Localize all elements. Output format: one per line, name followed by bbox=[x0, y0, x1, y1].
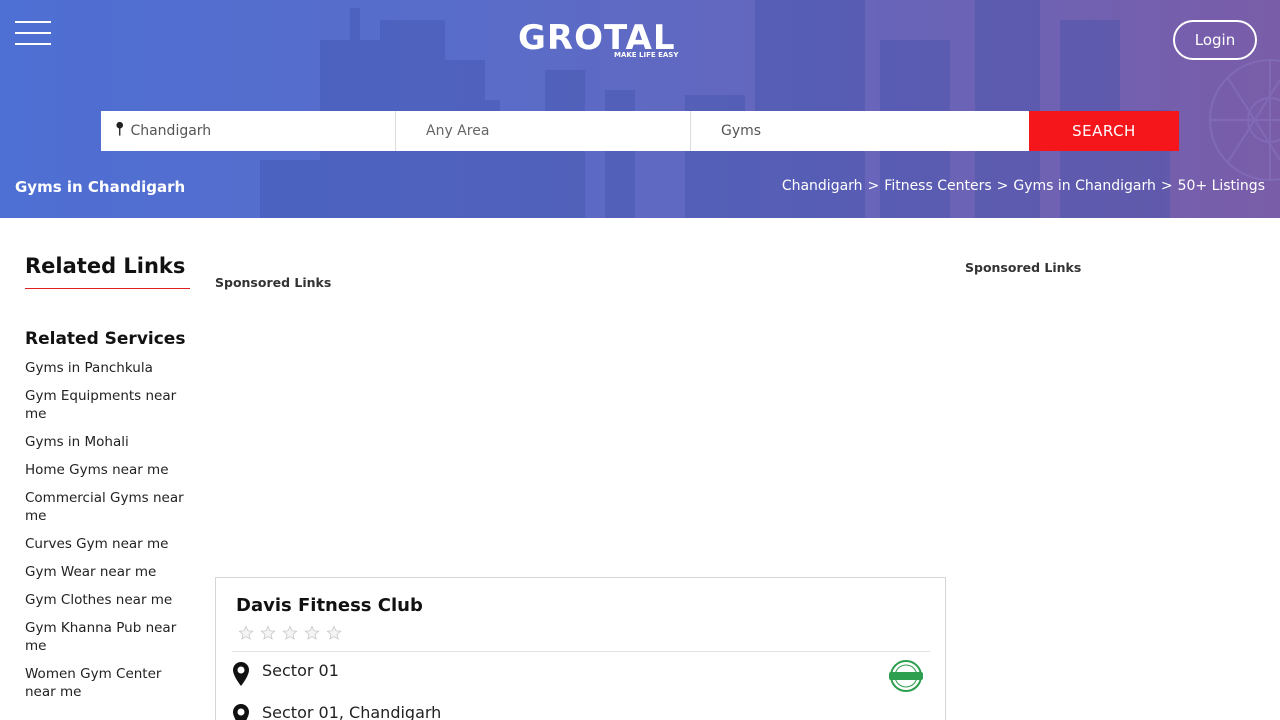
related-service-link[interactable]: Gym Khanna Pub near me bbox=[25, 619, 193, 655]
star-icon[interactable] bbox=[238, 625, 254, 641]
listing-address-row: Sector 01, Chandigarh bbox=[232, 703, 441, 720]
related-service-link[interactable]: Women Gym Center near me bbox=[25, 665, 193, 701]
category-field[interactable] bbox=[691, 111, 1029, 151]
listing-count: 50+ Listings bbox=[1177, 178, 1265, 194]
related-services-title: Related Services bbox=[25, 329, 186, 349]
related-service-link[interactable]: Gyms in Mohali bbox=[25, 433, 193, 451]
area-input[interactable] bbox=[426, 112, 690, 150]
listing-area: Sector 01 bbox=[262, 661, 339, 680]
breadcrumb: Chandigarh > Fitness Centers > Gyms in C… bbox=[782, 178, 1265, 194]
related-services-list: Gyms in Panchkula Gym Equipments near me… bbox=[25, 359, 193, 701]
related-links-title: Related Links bbox=[25, 254, 190, 289]
breadcrumb-separator: > bbox=[867, 178, 880, 194]
listing-title[interactable]: Davis Fitness Club bbox=[236, 595, 423, 616]
category-input[interactable] bbox=[721, 112, 1029, 150]
sponsored-links-label-right: Sponsored Links bbox=[965, 260, 1082, 275]
listing-area-row: Sector 01 bbox=[232, 661, 339, 687]
star-icon[interactable] bbox=[304, 625, 320, 641]
verified-badge-icon bbox=[889, 660, 923, 692]
hamburger-menu-icon[interactable] bbox=[15, 21, 51, 47]
related-service-link[interactable]: Gym Wear near me bbox=[25, 563, 193, 581]
city-field[interactable] bbox=[101, 111, 396, 151]
location-marker-icon bbox=[233, 704, 249, 720]
breadcrumb-category[interactable]: Fitness Centers bbox=[884, 178, 991, 194]
breadcrumb-current[interactable]: Gyms in Chandigarh bbox=[1013, 178, 1155, 194]
related-links-sidebar: Related Links Related Services Gyms in P… bbox=[25, 254, 193, 711]
related-service-link[interactable]: Commercial Gyms near me bbox=[25, 489, 193, 525]
related-service-link[interactable]: Gym Equipments near me bbox=[25, 387, 193, 423]
related-service-link[interactable]: Home Gyms near me bbox=[25, 461, 193, 479]
divider bbox=[232, 651, 930, 652]
location-marker-icon bbox=[233, 662, 249, 686]
search-button[interactable]: SEARCH bbox=[1029, 111, 1179, 151]
area-field[interactable] bbox=[396, 111, 691, 151]
login-button[interactable]: Login bbox=[1173, 20, 1257, 60]
listing-card[interactable]: Davis Fitness Club Sector 01 Sector 01, … bbox=[215, 577, 946, 720]
page-title: Gyms in Chandigarh bbox=[15, 178, 186, 196]
star-icon[interactable] bbox=[282, 625, 298, 641]
logo-tagline: MAKE LIFE EASY bbox=[614, 51, 679, 59]
related-service-link[interactable]: Curves Gym near me bbox=[25, 535, 193, 553]
star-icon[interactable] bbox=[326, 625, 342, 641]
breadcrumb-separator: > bbox=[996, 178, 1009, 194]
breadcrumb-separator: > bbox=[1160, 178, 1173, 194]
related-service-link[interactable]: Gyms in Panchkula bbox=[25, 359, 193, 377]
star-icon[interactable] bbox=[260, 625, 276, 641]
site-logo[interactable]: GROTAL MAKE LIFE EASY bbox=[518, 18, 688, 64]
sponsored-links-label: Sponsored Links bbox=[215, 275, 332, 290]
rating-stars[interactable] bbox=[238, 625, 342, 641]
breadcrumb-city[interactable]: Chandigarh bbox=[782, 178, 863, 194]
search-bar: SEARCH bbox=[101, 111, 1179, 151]
hero-header: GROTAL MAKE LIFE EASY Login SEARCH Gyms … bbox=[0, 0, 1280, 218]
related-service-link[interactable]: Gym Clothes near me bbox=[25, 591, 193, 609]
city-input[interactable] bbox=[130, 112, 395, 150]
listing-address: Sector 01, Chandigarh bbox=[262, 703, 442, 720]
map-pin-icon bbox=[116, 121, 124, 136]
